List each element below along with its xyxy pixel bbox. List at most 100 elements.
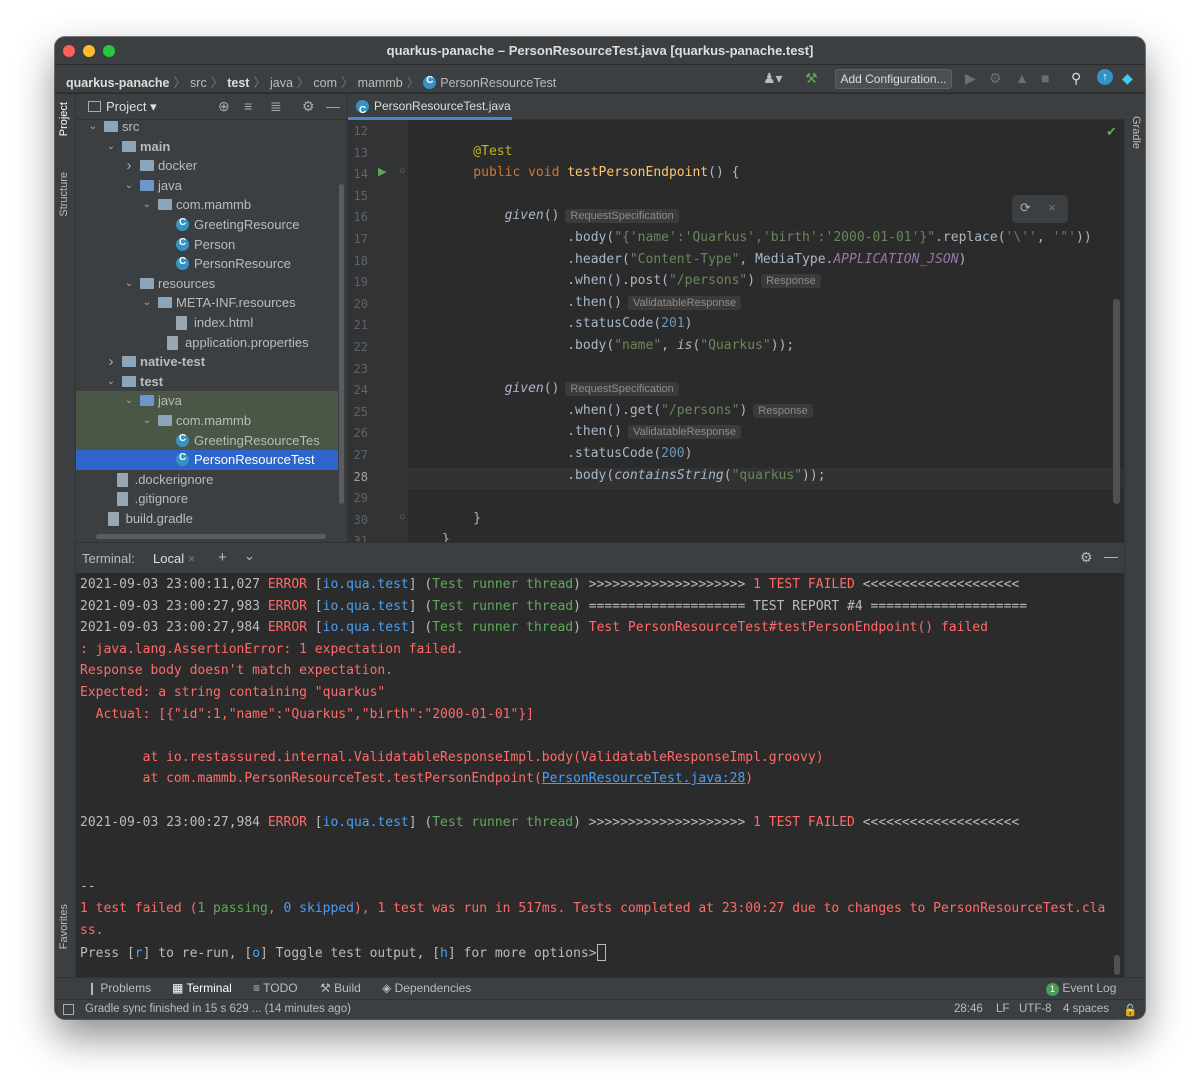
terminal-tool-button[interactable]: ▦ Terminal bbox=[172, 981, 232, 995]
tree-item[interactable]: ⌄ java bbox=[76, 176, 338, 196]
toggle-tool-windows-icon[interactable] bbox=[63, 1004, 74, 1015]
build-tool-button[interactable]: ⚒ Build bbox=[320, 981, 361, 995]
favorites-tool-button[interactable]: Favorites bbox=[58, 904, 70, 949]
breadcrumb-mammb[interactable]: mammb bbox=[358, 76, 403, 90]
plugin-icon[interactable]: ◆ bbox=[1122, 70, 1133, 87]
hide-panel-icon[interactable]: — bbox=[1104, 548, 1118, 564]
tree-item[interactable]: build.gradle bbox=[76, 509, 338, 529]
chevron-down-icon[interactable]: ⌄ bbox=[142, 411, 152, 431]
chevron-right-icon[interactable]: › bbox=[106, 352, 116, 372]
search-icon[interactable]: ⚲ bbox=[1071, 70, 1081, 87]
breadcrumb-class[interactable]: PersonResourceTest bbox=[440, 76, 556, 90]
source-link[interactable]: PersonResourceTest.java:28 bbox=[542, 771, 746, 786]
chevron-down-icon[interactable]: ⌄ bbox=[244, 548, 255, 564]
tree-item[interactable]: application.properties bbox=[76, 333, 338, 353]
tree-item[interactable]: index.html bbox=[76, 313, 338, 333]
text-segment: () { bbox=[708, 165, 740, 181]
tree-item[interactable]: ⌄ java bbox=[76, 391, 338, 412]
breadcrumb-com[interactable]: com bbox=[313, 76, 337, 90]
project-tool-button[interactable]: Project bbox=[58, 102, 70, 136]
tree-item[interactable]: ⌄ com.mammb bbox=[76, 195, 338, 215]
lock-icon[interactable]: 🔓 bbox=[1123, 1003, 1137, 1017]
breadcrumb-test[interactable]: test bbox=[227, 76, 249, 90]
tree-item[interactable]: ⌄ main bbox=[76, 137, 338, 157]
code-area[interactable]: @Test public void testPersonEndpoint() {… bbox=[408, 120, 1125, 542]
editor-scrollbar[interactable] bbox=[1113, 299, 1120, 504]
project-scrollbar[interactable] bbox=[339, 184, 344, 504]
caret-position[interactable]: 28:46 bbox=[954, 1003, 983, 1015]
inspection-ok-icon[interactable]: ✔ bbox=[1106, 124, 1117, 140]
chevron-right-icon[interactable]: › bbox=[124, 156, 134, 176]
text-segment: ERROR bbox=[267, 620, 307, 636]
chevron-down-icon[interactable]: ⌄ bbox=[88, 121, 98, 137]
user-icon[interactable]: ♟▾ bbox=[763, 70, 783, 87]
indent-setting[interactable]: 4 spaces bbox=[1063, 1003, 1109, 1015]
tree-item[interactable]: ⌄ test bbox=[76, 372, 338, 392]
tree-item[interactable]: GreetingResource bbox=[76, 215, 338, 235]
add-configuration-button[interactable]: Add Configuration... bbox=[835, 69, 952, 89]
todo-tool-button[interactable]: ≡ TODO bbox=[253, 981, 298, 995]
breadcrumb-src[interactable]: src bbox=[190, 76, 207, 90]
close-tab-icon[interactable]: × bbox=[188, 551, 196, 566]
tree-item[interactable]: GreetingResourceTes bbox=[76, 430, 338, 451]
fold-icon[interactable]: ○ bbox=[399, 165, 406, 177]
tab-person-resource-test[interactable]: PersonResourceTest.java × bbox=[348, 94, 512, 123]
text-segment: } bbox=[442, 532, 450, 542]
chevron-down-icon[interactable]: ⌄ bbox=[124, 391, 134, 411]
project-view-selector[interactable]: Project ▾ bbox=[106, 99, 157, 115]
stop-icon[interactable]: ■ bbox=[1041, 70, 1049, 86]
build-hammer-icon[interactable]: ⚒ bbox=[805, 70, 818, 87]
line-separator[interactable]: LF bbox=[996, 1003, 1009, 1015]
update-icon[interactable]: ↑ bbox=[1097, 69, 1113, 85]
project-horizontal-scrollbar[interactable] bbox=[96, 534, 326, 539]
tree-item[interactable]: › docker bbox=[76, 156, 338, 176]
tree-item[interactable]: PersonResource bbox=[76, 254, 338, 274]
expand-all-icon[interactable]: ≡ bbox=[244, 98, 252, 114]
code-line: .when().get("/persons") Response bbox=[442, 403, 813, 425]
breadcrumb-project[interactable]: quarkus-panache bbox=[66, 76, 170, 90]
locate-icon[interactable]: ⊕ bbox=[218, 98, 230, 115]
chevron-down-icon[interactable]: ⌄ bbox=[142, 195, 152, 215]
tree-item[interactable]: .dockerignore bbox=[76, 470, 338, 490]
gear-icon[interactable]: ⚙ bbox=[302, 98, 315, 115]
structure-tool-button[interactable]: Structure bbox=[58, 172, 70, 217]
text-segment: Test runner thread bbox=[432, 598, 574, 614]
tree-item[interactable]: ⌄ META-INF.resources bbox=[76, 293, 338, 313]
chevron-down-icon[interactable]: ⌄ bbox=[142, 293, 152, 313]
dependencies-tool-button[interactable]: ◈ Dependencies bbox=[382, 981, 471, 995]
tree-item[interactable]: ⌄ com.mammb bbox=[76, 411, 338, 431]
run-test-gutter-icon[interactable]: ▶ bbox=[378, 165, 386, 178]
breadcrumb-java[interactable]: java bbox=[270, 76, 293, 90]
new-terminal-icon[interactable]: + bbox=[218, 549, 227, 566]
debug-icon[interactable]: ⚙ bbox=[989, 70, 1002, 87]
gradle-reload-icon[interactable]: ⟳ bbox=[1020, 200, 1031, 216]
file-encoding[interactable]: UTF-8 bbox=[1019, 1003, 1052, 1015]
coverage-icon[interactable]: ▲ bbox=[1015, 70, 1029, 86]
close-icon[interactable]: × bbox=[1048, 200, 1056, 215]
run-icon[interactable]: ▶ bbox=[965, 70, 976, 87]
chevron-down-icon[interactable]: ⌄ bbox=[106, 137, 116, 157]
tree-item[interactable]: › native-test bbox=[76, 352, 338, 372]
gradle-tool-button[interactable]: Gradle bbox=[1130, 116, 1142, 149]
tree-item-label: java bbox=[158, 177, 182, 193]
tree-item[interactable]: Person bbox=[76, 235, 338, 255]
chevron-down-icon[interactable]: ⌄ bbox=[124, 274, 134, 294]
gear-icon[interactable]: ⚙ bbox=[1080, 549, 1093, 566]
tree-item[interactable]: PersonResourceTest bbox=[76, 450, 338, 471]
collapse-all-icon[interactable]: ≣ bbox=[270, 98, 282, 115]
fold-icon[interactable]: ○ bbox=[399, 511, 406, 523]
terminal-scrollbar[interactable] bbox=[1114, 955, 1120, 975]
tree-item-label: com.mammb bbox=[176, 197, 252, 213]
chevron-down-icon[interactable]: ⌄ bbox=[124, 176, 134, 196]
tree-item[interactable]: .gitignore bbox=[76, 489, 338, 509]
close-tab-icon[interactable]: × bbox=[497, 94, 504, 118]
status-message[interactable]: Gradle sync finished in 15 s 629 ... (14… bbox=[85, 1003, 351, 1015]
tree-item[interactable]: ⌄ resources bbox=[76, 274, 338, 294]
terminal-tab-local[interactable]: Local × bbox=[153, 551, 195, 566]
chevron-down-icon[interactable]: ⌄ bbox=[106, 372, 116, 392]
tree-item[interactable]: ⌄ src bbox=[76, 121, 338, 137]
hide-panel-icon[interactable]: — bbox=[326, 98, 340, 114]
text-segment: ) >>>>>>>>>>>>>>>>>>>> bbox=[573, 577, 754, 592]
problems-tool-button[interactable]: ❙ Problems bbox=[87, 981, 151, 995]
event-log-tool-button[interactable]: 1 Event Log bbox=[1046, 981, 1116, 996]
